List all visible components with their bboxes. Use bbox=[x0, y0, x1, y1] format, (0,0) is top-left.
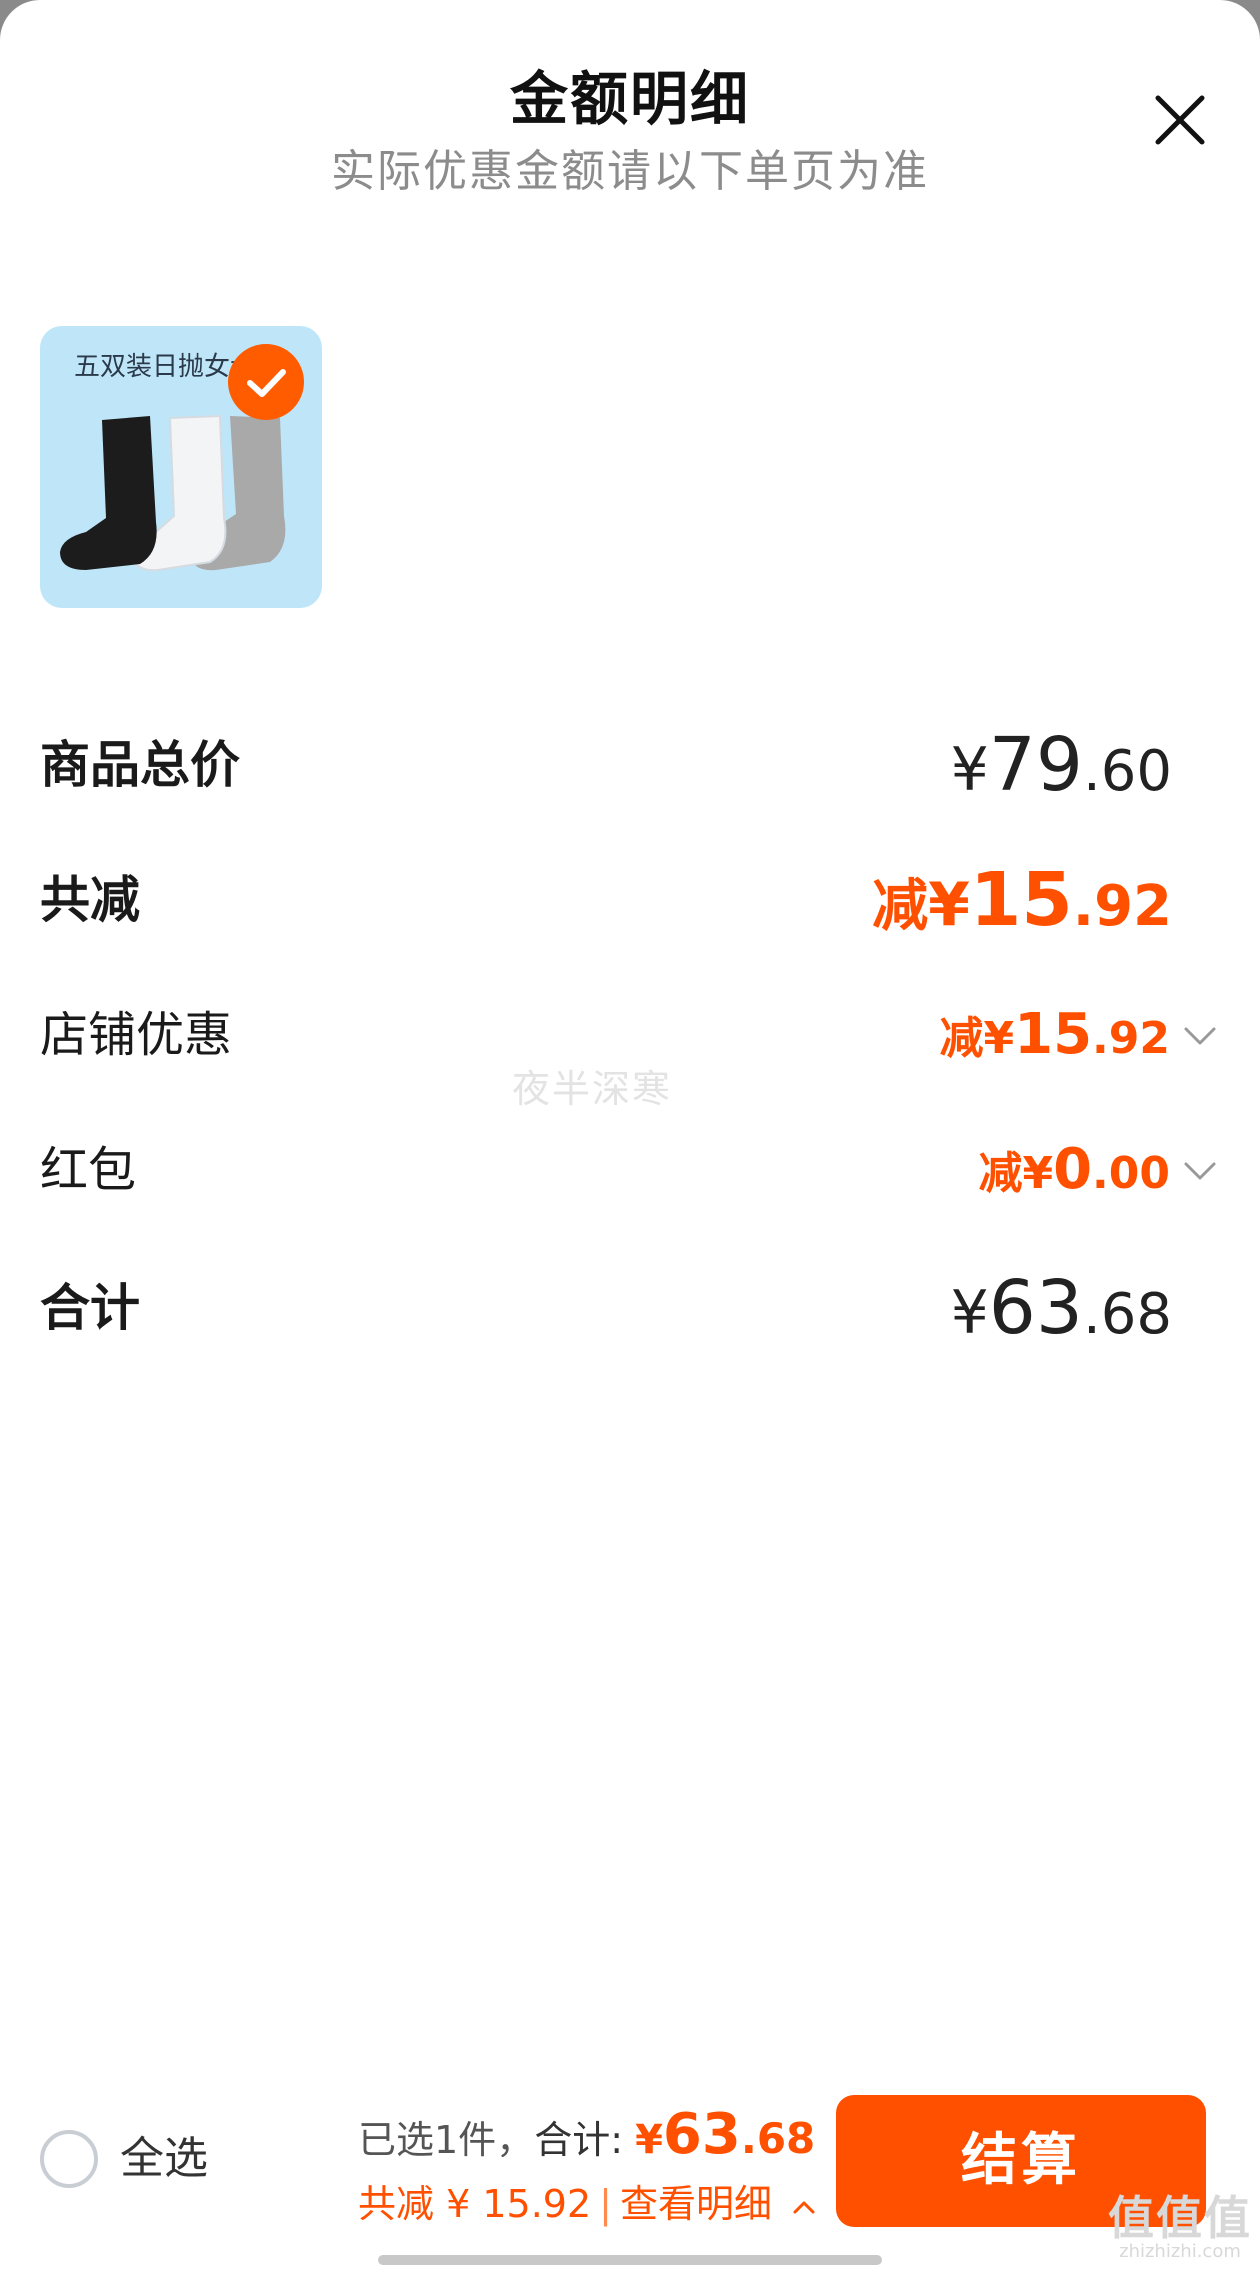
discount-text: 共减 ¥ 15.92 bbox=[358, 2182, 592, 2226]
row-value: ¥63.68 bbox=[950, 1265, 1172, 1351]
chevron-down-icon[interactable] bbox=[1180, 1017, 1220, 1057]
row-value: 减¥0.00 bbox=[978, 1137, 1170, 1202]
site-logo: 值值值 bbox=[1108, 2191, 1252, 2245]
watermark-text: 夜半深寒 bbox=[512, 1067, 673, 1111]
total-label: 合计: bbox=[534, 2118, 636, 2162]
checkmark-icon bbox=[247, 369, 286, 397]
site-watermark: 值值值 zhizhizhi.com bbox=[1108, 2194, 1252, 2262]
row-label: 商品总价 bbox=[40, 736, 240, 794]
close-button[interactable] bbox=[1150, 90, 1210, 150]
row-label: 红包 bbox=[40, 1142, 137, 1198]
chevron-down-icon[interactable] bbox=[1180, 1152, 1220, 1192]
home-indicator bbox=[378, 2255, 882, 2265]
row-value: 减¥15.92 bbox=[872, 857, 1172, 943]
total-amount: ¥63.68 bbox=[635, 2102, 816, 2167]
product-selected-check[interactable] bbox=[228, 344, 304, 420]
row-value: ¥79.60 bbox=[950, 722, 1172, 808]
row-label: 共减 bbox=[40, 871, 140, 929]
row-label: 合计 bbox=[40, 1279, 140, 1337]
select-all-radio[interactable] bbox=[40, 2130, 98, 2188]
selection-summary: 已选1件，合计: ¥63.68 bbox=[358, 2100, 815, 2170]
chevron-up-icon bbox=[793, 2201, 815, 2213]
selected-count: 已选1件， bbox=[358, 2118, 535, 2162]
amount-detail-sheet: 金额明细 实际优惠金额请以下单页为准 五双装日抛女士 商品总价 ¥79.60 共… bbox=[0, 0, 1260, 2272]
row-total-discount: 共减 减¥15.92 bbox=[40, 850, 1220, 950]
select-all-label[interactable]: 全选 bbox=[120, 2130, 208, 2188]
discount-summary: 共减 ¥ 15.92 | 查看明细 bbox=[358, 2174, 818, 2234]
row-label: 店铺优惠 bbox=[40, 1007, 233, 1063]
row-goods-total: 商品总价 ¥79.60 bbox=[40, 715, 1220, 815]
row-grand-total: 合计 ¥63.68 bbox=[40, 1258, 1220, 1358]
row-value: 减¥15.92 bbox=[939, 1002, 1170, 1067]
page-title: 金额明细 bbox=[509, 65, 750, 133]
page-subtitle: 实际优惠金额请以下单页为准 bbox=[331, 146, 929, 197]
site-url: zhizhizhi.com bbox=[1119, 2241, 1241, 2262]
view-detail-link[interactable]: 查看明细 bbox=[620, 2182, 818, 2226]
divider: | bbox=[599, 2182, 612, 2226]
checkout-bar: 全选 已选1件，合计: ¥63.68 共减 ¥ 15.92 | 查看明细 结算 bbox=[0, 2070, 1260, 2272]
row-red-packet[interactable]: 红包 减¥0.00 bbox=[40, 1120, 1220, 1220]
close-icon bbox=[1155, 95, 1205, 145]
